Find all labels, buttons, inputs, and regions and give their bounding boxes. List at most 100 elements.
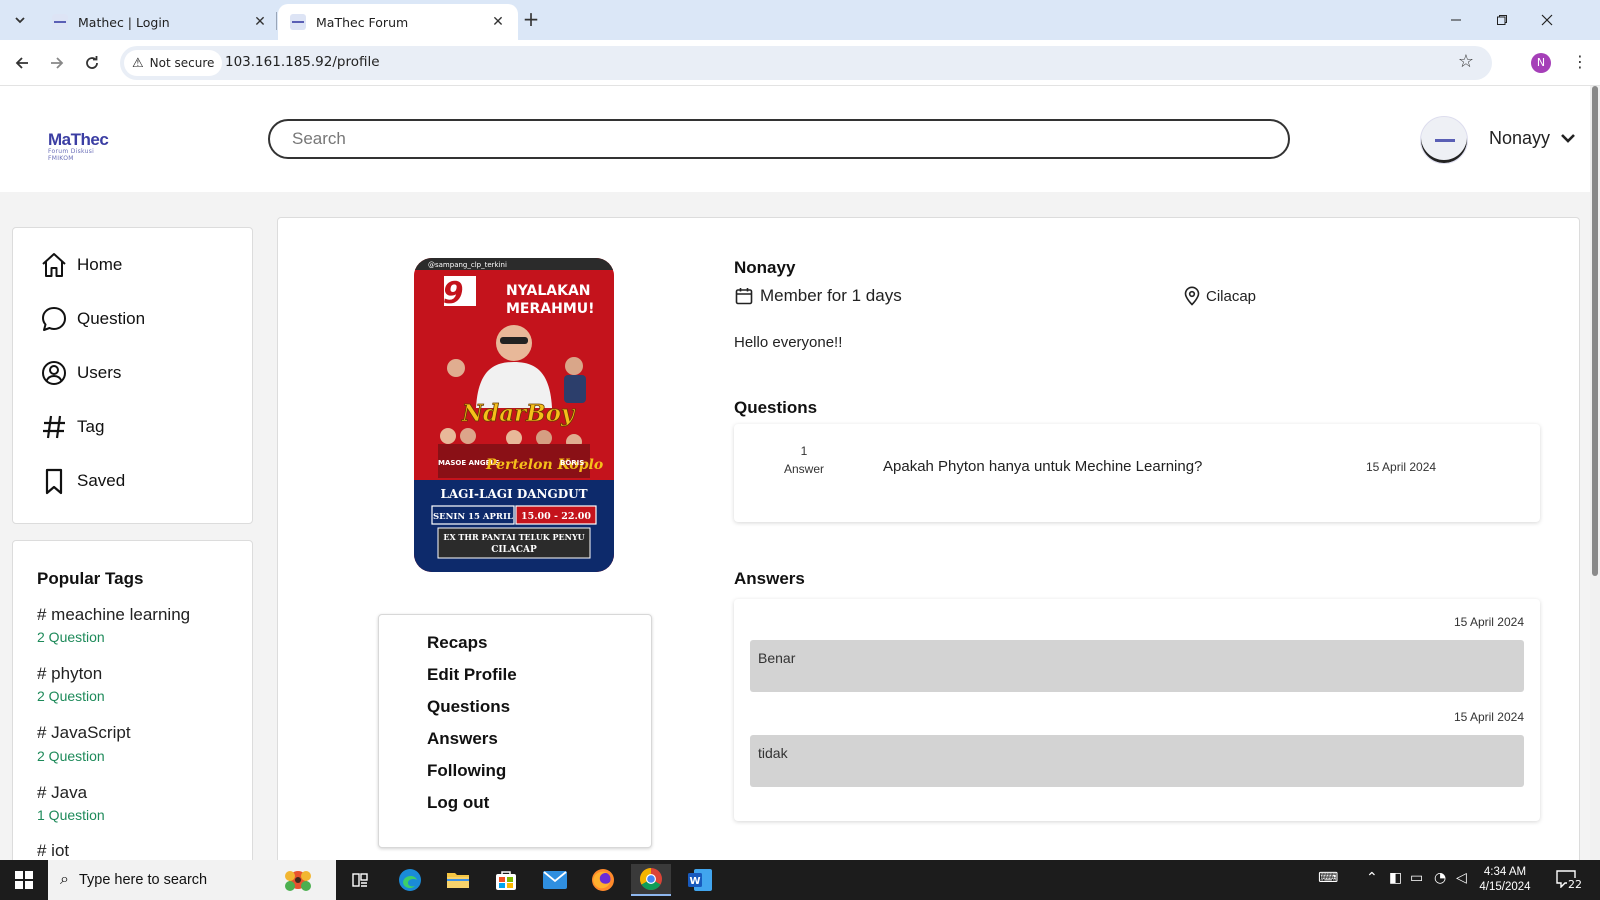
tag-question-count: 2 Question [37,748,105,764]
scrollbar-thumb[interactable] [1592,86,1598,576]
task-view-button[interactable] [340,864,380,896]
taskbar-store[interactable] [486,864,526,896]
restore-icon [1497,15,1507,25]
close-window-button[interactable] [1524,0,1570,40]
member-since: Member for 1 days [734,286,902,306]
profile-menu-questions[interactable]: Questions [427,697,510,717]
taskbar-edge[interactable] [390,864,430,896]
battery-icon[interactable]: ▭ [1410,870,1423,886]
tab-separator [276,12,277,30]
tag-link[interactable]: # phyton [37,664,102,684]
windows-logo-icon [15,871,33,889]
profile-menu-answers[interactable]: Answers [427,729,498,749]
wifi-icon[interactable]: ◔ [1434,870,1446,886]
sidebar-item-saved[interactable]: Saved [39,466,125,496]
answer-item[interactable]: tidak [750,735,1524,787]
minimize-button[interactable] [1433,0,1479,40]
search-input[interactable] [268,119,1290,159]
popular-tags-panel: Popular Tags # meachine learning 2 Quest… [12,540,253,860]
close-tab-icon[interactable]: ✕ [490,14,506,30]
browser-profile-avatar[interactable]: N [1531,53,1551,73]
restore-button[interactable] [1479,0,1525,40]
folder-icon [447,873,469,888]
answer-count-label: Answer [783,462,824,476]
tab-mathec-login[interactable]: Mathec | Login ✕ [40,4,280,40]
notification-center-button[interactable]: 22 [1556,868,1584,892]
user-avatar[interactable] [1420,116,1468,164]
clock-date: 4/15/2024 [1479,881,1531,893]
page-scrollbar[interactable] [1590,86,1600,860]
url-text[interactable]: 103.161.185.92/profile [225,54,380,70]
omnibox[interactable]: ⚠ Not secure 103.161.185.92/profile ☆ [120,46,1492,80]
sidebar-item-users[interactable]: Users [39,358,121,388]
new-tab-button[interactable]: + [519,8,543,32]
keyboard-icon[interactable]: ⌨ [1318,870,1338,886]
tag-link[interactable]: # meachine learning [37,605,190,625]
profile-menu-following[interactable]: Following [427,761,506,781]
security-label: Not secure [149,56,215,70]
word-icon: W [688,869,712,891]
tab-search-button[interactable] [8,8,32,32]
location-text: Cilacap [1206,287,1257,305]
browser-address-bar: ⚠ Not secure 103.161.185.92/profile ☆ N … [0,40,1600,86]
sidebar-item-question[interactable]: Question [39,304,145,334]
header-username[interactable]: Nonayy [1489,128,1550,149]
question-title[interactable]: Apakah Phyton hanya untuk Mechine Learni… [883,458,1202,475]
forward-button[interactable] [45,51,69,75]
poster-performer: NdarBoy [461,400,576,427]
sidebar-item-home[interactable]: Home [39,250,122,280]
task-view-icon [352,873,368,887]
question-date: 15 April 2024 [1366,460,1437,474]
profile-menu-log-out[interactable]: Log out [427,793,489,813]
show-hidden-icons-icon[interactable]: ⌃ [1366,870,1378,886]
location-pin-icon [1184,286,1200,306]
answer-count-number: 1 [800,444,808,458]
profile-photo: @sampang_clp_terkini 9 NYALAKAN MERAHMU!… [414,258,614,572]
start-button[interactable] [0,860,48,900]
site-favicon-icon [290,14,306,30]
arrow-right-icon [51,57,64,69]
browser-menu-icon[interactable]: ⋮ [1572,52,1588,71]
taskbar-firefox[interactable] [583,864,623,896]
close-tab-icon[interactable]: ✕ [252,14,268,30]
answers-section-title: Answers [734,569,805,588]
system-clock[interactable]: 4:34 AM 4/15/2024 [1470,865,1540,895]
firefox-icon [592,869,614,891]
volume-icon[interactable]: ◁ [1456,870,1467,886]
page-viewport: MaThec Forum Diskusi FMIKOM Nonayy Home … [0,86,1600,860]
taskbar-word[interactable]: W [680,864,720,896]
tag-question-count: 2 Question [37,629,105,645]
tag-link[interactable]: # Java [37,783,87,803]
reload-icon [86,56,98,69]
tag-link[interactable]: # JavaScript [37,723,131,743]
svg-text:W: W [689,876,700,887]
tag-link[interactable]: # iot [37,841,69,860]
security-chip[interactable]: ⚠ Not secure [124,50,223,76]
chevron-down-icon[interactable] [1560,130,1576,146]
close-icon [1541,14,1553,26]
answer-count: 1 Answer [782,442,826,478]
answer-item[interactable]: Benar [750,640,1524,692]
profile-menu-recaps[interactable]: Recaps [427,633,487,653]
profile-menu-edit-profile[interactable]: Edit Profile [427,665,517,685]
taskbar-search[interactable]: ⌕ Type here to search [48,860,336,900]
question-card[interactable]: 1 Answer Apakah Phyton hanya untuk Mechi… [734,424,1540,522]
site-logo[interactable]: MaThec Forum Diskusi FMIKOM [48,130,118,162]
taskbar-mail[interactable] [535,864,575,896]
taskbar-chrome[interactable] [631,864,671,896]
poster-time: 15.00 - 22.00 [521,511,591,522]
back-button[interactable] [10,51,34,75]
sidebar-item-tag[interactable]: Tag [39,412,104,442]
meet-now-icon[interactable]: ◧ [1389,870,1402,886]
taskbar-file-explorer[interactable] [438,864,478,896]
poster-venue-2: CILACAP [491,545,537,555]
sidebar-item-label: Users [77,363,122,382]
reload-button[interactable] [80,51,104,75]
bookmark-star-icon[interactable]: ☆ [1458,51,1474,72]
site-favicon-icon [52,14,68,30]
search-highlight-icon [285,871,311,891]
clock-time: 4:34 AM [1483,866,1527,878]
site-header: MaThec Forum Diskusi FMIKOM Nonayy [0,86,1590,192]
tab-mathec-forum[interactable]: MaThec Forum ✕ [278,4,518,40]
answer-date: 15 April 2024 [1453,615,1524,629]
